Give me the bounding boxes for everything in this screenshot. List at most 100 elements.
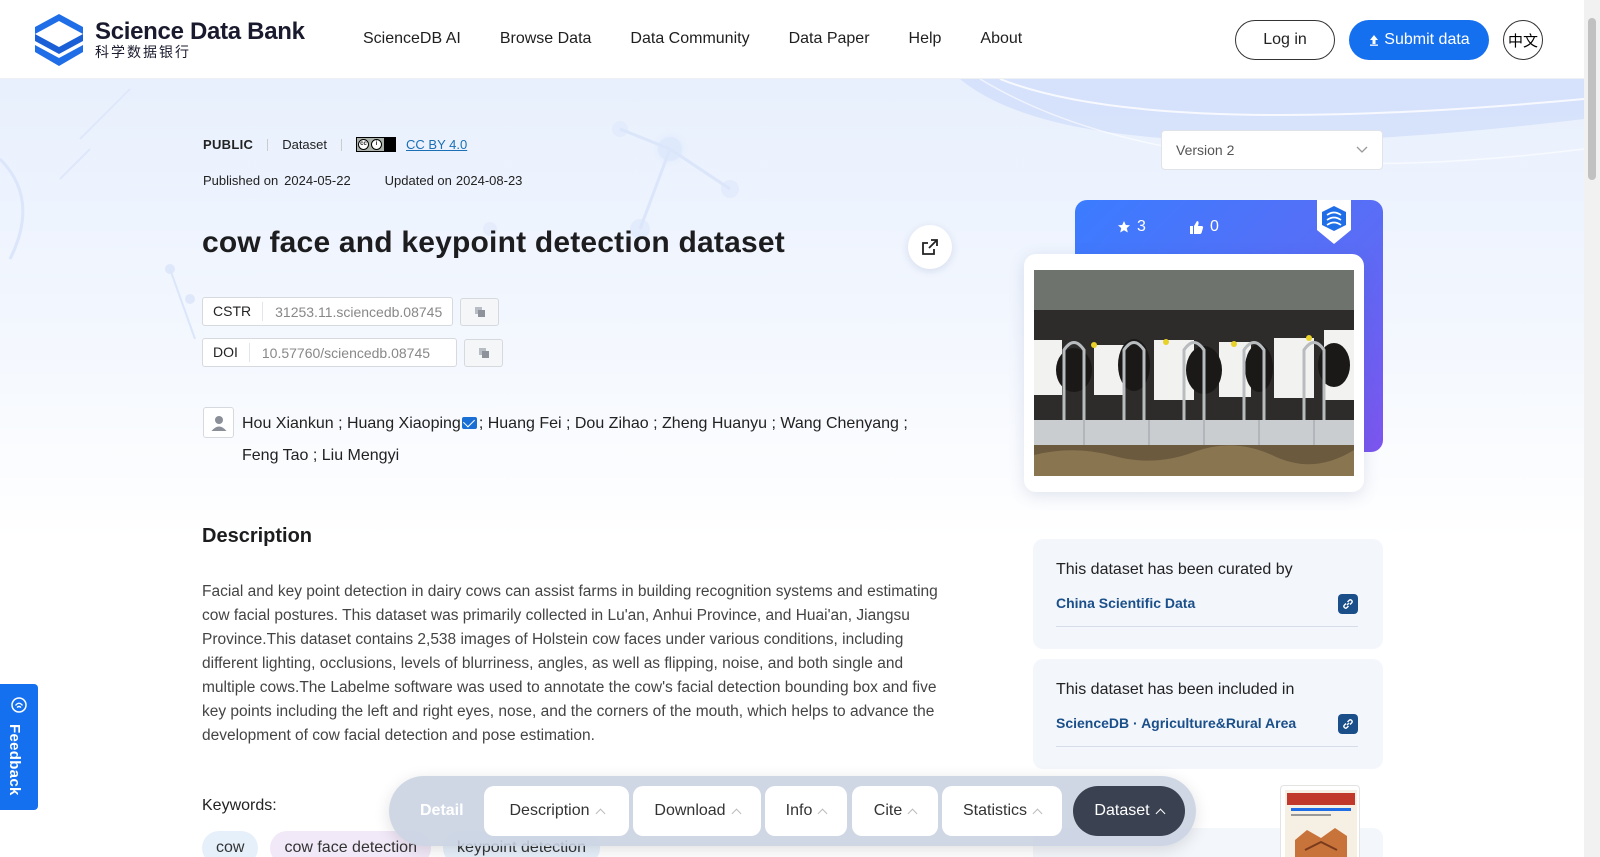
dataset-dates: Published on 2024-05-22 Updated on 2024-08… — [203, 173, 522, 188]
page-title: cow face and keypoint detection dataset — [202, 226, 785, 259]
thumbs-up-icon — [1190, 220, 1204, 234]
scrollbar-thumb[interactable] — [1588, 18, 1596, 180]
email-icon[interactable] — [461, 417, 477, 429]
chain-link-icon — [1343, 719, 1353, 729]
author-list: Hou Xiankun ; Huang Xiaoping ; Huang Fei … — [242, 408, 922, 472]
site-logo[interactable]: Science Data Bank 科学数据银行 — [31, 12, 305, 68]
cstr-field: CSTR 31253.11.sciencedb.08745 — [202, 297, 453, 326]
chevron-up-icon — [817, 808, 828, 818]
star-count[interactable]: 3 — [1117, 218, 1146, 236]
copy-cstr-button[interactable] — [460, 297, 499, 326]
link-icon[interactable] — [1338, 594, 1358, 614]
nav-sciencedb-ai[interactable]: ScienceDB AI — [363, 30, 461, 48]
curated-by-card: This dataset has been curated by China S… — [1033, 539, 1383, 649]
cstr-label: CSTR — [203, 302, 264, 321]
like-value: 0 — [1210, 218, 1219, 235]
nav-about[interactable]: About — [980, 30, 1022, 48]
dataset-cover-image — [1034, 270, 1354, 476]
chevron-up-icon — [907, 808, 918, 818]
copy-doi-button[interactable] — [464, 338, 503, 367]
tab-dataset[interactable]: Dataset — [1073, 786, 1185, 836]
included-in-card: This dataset has been included in Scienc… — [1033, 659, 1383, 769]
dataset-type: Dataset — [282, 137, 328, 152]
logo-mark-icon — [35, 14, 83, 66]
chevron-up-icon — [1032, 808, 1043, 818]
logo-subtitle: 科学数据银行 — [95, 45, 191, 61]
cstr-value[interactable]: 31253.11.sciencedb.08745 — [263, 304, 454, 320]
page-scrollbar[interactable] — [1584, 0, 1600, 857]
top-header: Science Data Bank 科学数据银行 ScienceDB AI Br… — [0, 0, 1584, 79]
curated-label: This dataset has been curated by — [1056, 561, 1293, 578]
copy-icon — [478, 347, 489, 358]
link-icon[interactable] — [1338, 714, 1358, 734]
included-org-link[interactable]: ScienceDB · Agriculture&Rural Area — [1056, 715, 1296, 731]
share-button[interactable] — [908, 225, 952, 269]
nav-help[interactable]: Help — [909, 30, 942, 48]
tab-label: Download — [654, 802, 726, 819]
cstr-row: CSTR 31253.11.sciencedb.08745 — [202, 297, 499, 326]
tab-download[interactable]: Download — [633, 786, 761, 836]
upload-icon — [1370, 35, 1379, 46]
cc-license-icon: cc i — [356, 137, 397, 152]
section-tab-bar: Detail Description Download Info Cite St… — [389, 776, 1196, 846]
nav-data-community[interactable]: Data Community — [630, 30, 749, 48]
version-select[interactable]: Version 2 — [1161, 130, 1383, 170]
dataset-cover-card[interactable] — [1024, 254, 1364, 492]
journal-cover-graphic — [1285, 790, 1357, 857]
version-value: Version 2 — [1176, 142, 1235, 158]
tab-description[interactable]: Description — [484, 786, 629, 836]
journal-cover-image[interactable] — [1280, 785, 1360, 857]
chevron-up-icon — [595, 808, 605, 818]
updated-value: 2024-08-23 — [455, 173, 523, 188]
tab-label: Description — [509, 802, 590, 819]
star-value: 3 — [1137, 218, 1146, 235]
tab-info[interactable]: Info — [765, 786, 847, 836]
description-heading: Description — [202, 525, 313, 547]
tab-label: Info — [785, 802, 813, 819]
access-badge: PUBLIC — [203, 137, 254, 152]
logo-title: Science Data Bank — [95, 18, 305, 45]
submit-data-button[interactable]: Submit data — [1349, 20, 1489, 60]
tab-label: Statistics — [962, 802, 1027, 819]
license-link[interactable]: CC BY 4.0 — [406, 137, 467, 152]
keyword-tag[interactable]: cow — [202, 831, 259, 857]
tab-label: Dataset — [1094, 802, 1150, 819]
divider — [267, 138, 269, 151]
tab-cite[interactable]: Cite — [852, 786, 938, 836]
updated-label: Updated on — [384, 173, 452, 188]
chevron-up-icon — [731, 808, 742, 818]
language-toggle[interactable]: 中文 — [1503, 20, 1543, 60]
published-label: Published on — [203, 173, 279, 188]
submit-data-label: Submit data — [1384, 31, 1470, 48]
feedback-icon — [11, 697, 27, 713]
user-icon — [211, 415, 226, 431]
keywords-label: Keywords: — [202, 797, 277, 814]
tab-label: Cite — [873, 802, 903, 819]
divider — [1056, 626, 1358, 627]
login-button[interactable]: Log in — [1235, 20, 1335, 60]
feedback-label: Feedback — [6, 724, 23, 796]
copy-icon — [474, 306, 485, 317]
divider — [341, 138, 343, 151]
divider — [1056, 746, 1358, 747]
nav-browse-data[interactable]: Browse Data — [500, 30, 592, 48]
authors-rest[interactable]: ; Huang Fei ; Dou Zihao ; Zheng Huanyu ;… — [479, 415, 908, 432]
like-count[interactable]: 0 — [1189, 218, 1219, 236]
chevron-up-icon — [1155, 808, 1166, 818]
star-icon — [1118, 221, 1130, 233]
doi-label: DOI — [203, 343, 250, 362]
doi-field: DOI 10.57760/sciencedb.08745 — [202, 338, 457, 367]
authors-first[interactable]: Hou Xiankun ; Huang Xiaoping — [242, 415, 461, 432]
nav-data-paper[interactable]: Data Paper — [789, 30, 870, 48]
doi-value[interactable]: 10.57760/sciencedb.08745 — [250, 345, 442, 361]
dataset-meta: PUBLIC Dataset cc i CC BY 4.0 — [203, 137, 467, 152]
curated-org-link[interactable]: China Scientific Data — [1056, 595, 1195, 611]
tab-statistics[interactable]: Statistics — [942, 786, 1062, 836]
updated-date: Updated on 2024-08-23 — [385, 173, 523, 188]
doi-row: DOI 10.57760/sciencedb.08745 — [202, 338, 503, 367]
shield-icon — [1317, 200, 1351, 244]
author-icon — [203, 407, 234, 438]
main-nav: ScienceDB AI Browse Data Data Community … — [363, 30, 1022, 48]
feedback-tab[interactable]: Feedback — [0, 684, 38, 810]
authors-last[interactable]: Feng Tao ; Liu Mengyi — [242, 447, 399, 464]
